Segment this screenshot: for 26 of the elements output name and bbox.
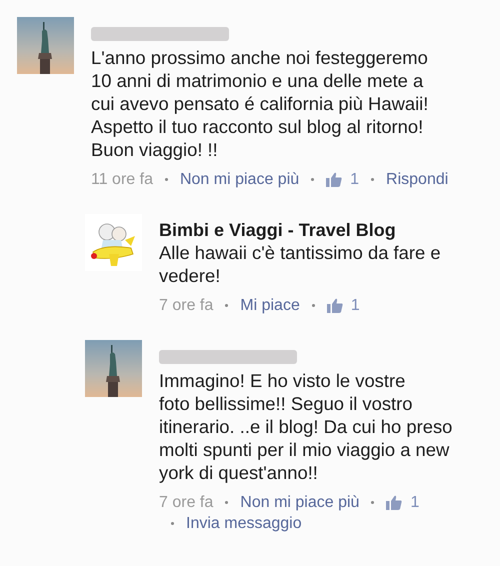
comment-text: Immagino! E ho visto le vostre foto bellissime!! Seguo il vostro itinerario. ..e il blog! Da cui ho preso molti spunti per il mio viaggio a new york di quest'anno!! (159, 369, 454, 484)
like-count: 1 (350, 170, 360, 190)
comment-text: Alle hawaii c'è tantissimo da fare e vedere! (159, 241, 441, 287)
separator-dot (371, 178, 374, 181)
comment-text: L'anno prossimo anche noi festeggeremo 10 anni di matrimonio e una delle mete a cui avevo pensato é california più Hawaii! Aspetto il tuo racconto sul blog al ritorno! Buon viaggio! !! (91, 46, 430, 161)
separator-dot (225, 501, 228, 504)
separator-dot (164, 178, 168, 181)
timestamp: 7 ore fa (159, 296, 214, 316)
action-link[interactable]: Invia messaggio (186, 513, 302, 534)
separator-dot (312, 304, 315, 307)
action-link[interactable]: Non mi piace più (240, 492, 360, 513)
separator-dot (225, 304, 228, 307)
timestamp: 7 ore fa (159, 493, 214, 513)
like-count: 1 (410, 493, 420, 513)
action-link[interactable]: Mi piace (240, 295, 300, 316)
separator-dot (171, 522, 174, 525)
like-count: 1 (350, 296, 360, 316)
thumbs-up-icon (326, 172, 342, 187)
author-name[interactable]: Bimbi e Viaggi - Travel Blog (159, 219, 441, 241)
action-link[interactable]: Non mi piace più (180, 169, 300, 190)
action-link[interactable]: Rispondi (386, 169, 448, 190)
separator-dot (311, 178, 314, 181)
separator-dot (371, 501, 374, 504)
thumbs-up-icon (386, 495, 402, 510)
timestamp: 11 ore fa (91, 170, 153, 190)
thumbs-up-icon (326, 298, 343, 313)
